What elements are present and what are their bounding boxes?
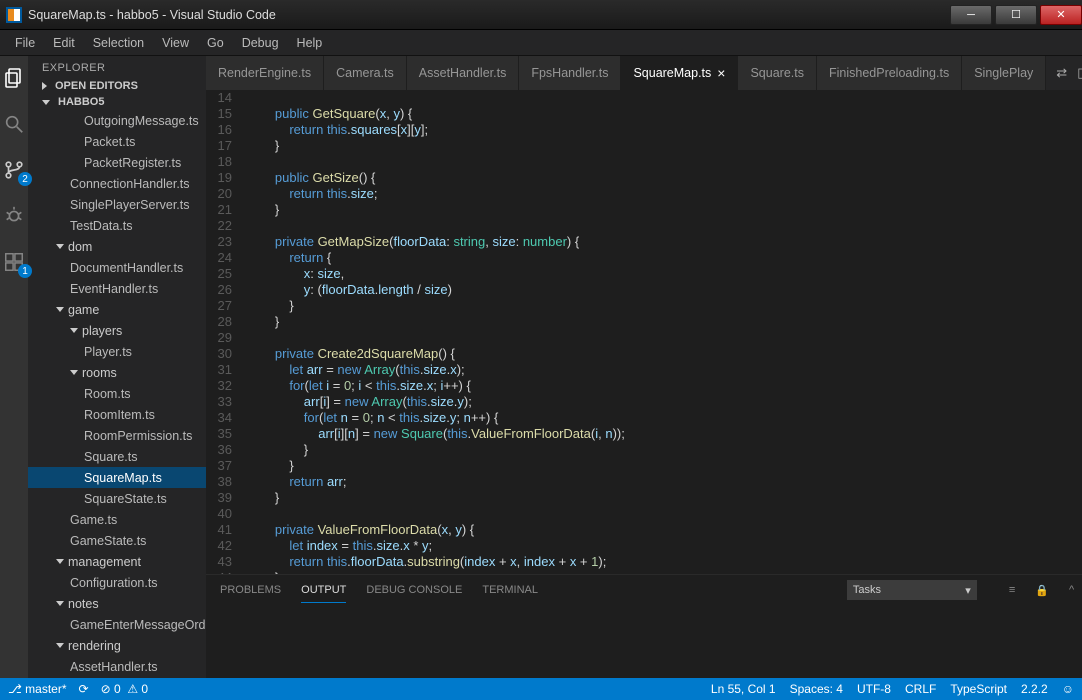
folder-notes[interactable]: notes xyxy=(28,593,206,614)
editor-tab-bar: RenderEngine.tsCamera.tsAssetHandler.tsF… xyxy=(206,56,1082,90)
file-AssetHandler.ts[interactable]: AssetHandler.ts xyxy=(28,656,206,677)
tab-Square-ts[interactable]: Square.ts xyxy=(738,56,817,90)
panel-tab-bar: PROBLEMS OUTPUT DEBUG CONSOLE TERMINAL Task… xyxy=(206,575,1082,605)
open-editors-section[interactable]: OPEN EDITORS xyxy=(28,78,206,94)
tab-Camera-ts[interactable]: Camera.ts xyxy=(324,56,407,90)
folder-rooms[interactable]: rooms xyxy=(28,362,206,383)
scm-activity-button[interactable]: 2 xyxy=(0,156,28,184)
window-minimize-button[interactable]: ─ xyxy=(950,5,992,25)
search-icon xyxy=(3,113,25,135)
bottom-panel: PROBLEMS OUTPUT DEBUG CONSOLE TERMINAL Task… xyxy=(206,574,1082,678)
panel-maximize-icon[interactable]: ^ xyxy=(1069,584,1074,596)
file-Packet.ts[interactable]: Packet.ts xyxy=(28,131,206,152)
editor-area: RenderEngine.tsCamera.tsAssetHandler.tsF… xyxy=(206,56,1082,678)
folder-dom[interactable]: dom xyxy=(28,236,206,257)
folder-management[interactable]: management xyxy=(28,551,206,572)
file-Room.ts[interactable]: Room.ts xyxy=(28,383,206,404)
explorer-activity-button[interactable] xyxy=(0,64,28,92)
file-Player.ts[interactable]: Player.ts xyxy=(28,341,206,362)
file-ConnectionHandler.ts[interactable]: ConnectionHandler.ts xyxy=(28,173,206,194)
extensions-badge: 1 xyxy=(18,264,32,278)
status-sync[interactable]: ⟳ xyxy=(79,682,89,696)
compare-icon[interactable]: ⇄ xyxy=(1056,65,1067,81)
output-channel-select[interactable]: Tasks▾ xyxy=(847,580,977,600)
tab-FinishedPreloading-ts[interactable]: FinishedPreloading.ts xyxy=(817,56,962,90)
panel-tab-problems[interactable]: PROBLEMS xyxy=(220,584,281,596)
file-OutgoingMessage.ts[interactable]: OutgoingMessage.ts xyxy=(28,110,206,131)
file-Configuration.ts[interactable]: Configuration.ts xyxy=(28,572,206,593)
status-problems[interactable]: ⊘ 0 ⚠ 0 xyxy=(101,682,149,696)
file-Square.ts[interactable]: Square.ts xyxy=(28,446,206,467)
tab-FpsHandler-ts[interactable]: FpsHandler.ts xyxy=(519,56,621,90)
line-gutter: 1415161718192021222324252627282930313233… xyxy=(206,90,246,574)
folder-game[interactable]: game xyxy=(28,299,206,320)
file-RoomItem.ts[interactable]: RoomItem.ts xyxy=(28,404,206,425)
extensions-activity-button[interactable]: 1 xyxy=(0,248,28,276)
file-SinglePlayerServer.ts[interactable]: SinglePlayerServer.ts xyxy=(28,194,206,215)
status-eol[interactable]: CRLF xyxy=(905,682,936,696)
split-editor-icon[interactable]: ▯ xyxy=(1077,65,1082,81)
menu-go[interactable]: Go xyxy=(198,36,233,50)
file-EventHandler.ts[interactable]: EventHandler.ts xyxy=(28,278,206,299)
tab-AssetHandler-ts[interactable]: AssetHandler.ts xyxy=(407,56,520,90)
tab-RenderEngine-ts[interactable]: RenderEngine.ts xyxy=(206,56,324,90)
menu-help[interactable]: Help xyxy=(288,36,332,50)
menu-debug[interactable]: Debug xyxy=(233,36,288,50)
file-GameEnterMessageOrder…[interactable]: GameEnterMessageOrder… xyxy=(28,614,206,635)
activity-bar: 2 1 xyxy=(0,56,28,678)
panel-tab-debug-console[interactable]: DEBUG CONSOLE xyxy=(366,584,462,596)
clear-output-icon[interactable]: ≡ xyxy=(1009,584,1015,596)
status-feedback-icon[interactable]: ☺ xyxy=(1062,682,1074,696)
search-activity-button[interactable] xyxy=(0,110,28,138)
status-branch[interactable]: ⎇ master* xyxy=(8,682,67,696)
file-DocumentHandler.ts[interactable]: DocumentHandler.ts xyxy=(28,257,206,278)
explorer-sidebar: EXPLORER OPEN EDITORS HABBO5 OutgoingMes… xyxy=(28,56,206,678)
window-maximize-button[interactable]: ☐ xyxy=(995,5,1037,25)
files-icon xyxy=(2,66,26,90)
bug-icon xyxy=(3,205,25,227)
panel-tab-terminal[interactable]: TERMINAL xyxy=(482,584,538,596)
debug-activity-button[interactable] xyxy=(0,202,28,230)
status-ts-version[interactable]: 2.2.2 xyxy=(1021,682,1048,696)
sidebar-title: EXPLORER xyxy=(28,56,206,78)
status-cursor[interactable]: Ln 55, Col 1 xyxy=(711,682,776,696)
window-titlebar: SquareMap.ts - habbo5 - Visual Studio Co… xyxy=(0,0,1082,30)
scm-badge: 2 xyxy=(18,172,32,186)
menu-bar: FileEditSelectionViewGoDebugHelp xyxy=(0,30,1082,56)
tab-SinglePlay[interactable]: SinglePlay xyxy=(962,56,1046,90)
project-section[interactable]: HABBO5 xyxy=(28,94,206,110)
menu-edit[interactable]: Edit xyxy=(44,36,84,50)
file-SquareState.ts[interactable]: SquareState.ts xyxy=(28,488,206,509)
file-PacketRegister.ts[interactable]: PacketRegister.ts xyxy=(28,152,206,173)
status-encoding[interactable]: UTF-8 xyxy=(857,682,891,696)
code-content[interactable]: public GetSquare(x, y) { return this.squ… xyxy=(246,90,1082,574)
file-tree: OutgoingMessage.tsPacket.tsPacketRegiste… xyxy=(28,110,206,678)
lock-scroll-icon[interactable]: 🔒 xyxy=(1035,584,1049,597)
file-Game.ts[interactable]: Game.ts xyxy=(28,509,206,530)
status-language[interactable]: TypeScript xyxy=(950,682,1007,696)
window-close-button[interactable]: ✕ xyxy=(1040,5,1082,25)
window-title: SquareMap.ts - habbo5 - Visual Studio Co… xyxy=(28,8,947,22)
file-GameState.ts[interactable]: GameState.ts xyxy=(28,530,206,551)
folder-rendering[interactable]: rendering xyxy=(28,635,206,656)
file-SquareMap.ts[interactable]: SquareMap.ts xyxy=(28,467,206,488)
menu-file[interactable]: File xyxy=(6,36,44,50)
code-editor[interactable]: 1415161718192021222324252627282930313233… xyxy=(206,90,1082,574)
folder-players[interactable]: players xyxy=(28,320,206,341)
tab-SquareMap-ts[interactable]: SquareMap.ts× xyxy=(621,56,738,90)
menu-view[interactable]: View xyxy=(153,36,198,50)
tab-close-icon[interactable]: × xyxy=(717,65,725,81)
vscode-icon xyxy=(6,7,22,23)
status-spaces[interactable]: Spaces: 4 xyxy=(790,682,843,696)
status-bar: ⎇ master* ⟳ ⊘ 0 ⚠ 0 Ln 55, Col 1 Spaces:… xyxy=(0,678,1082,700)
panel-tab-output[interactable]: OUTPUT xyxy=(301,584,346,603)
menu-selection[interactable]: Selection xyxy=(84,36,153,50)
file-RoomPermission.ts[interactable]: RoomPermission.ts xyxy=(28,425,206,446)
file-TestData.ts[interactable]: TestData.ts xyxy=(28,215,206,236)
